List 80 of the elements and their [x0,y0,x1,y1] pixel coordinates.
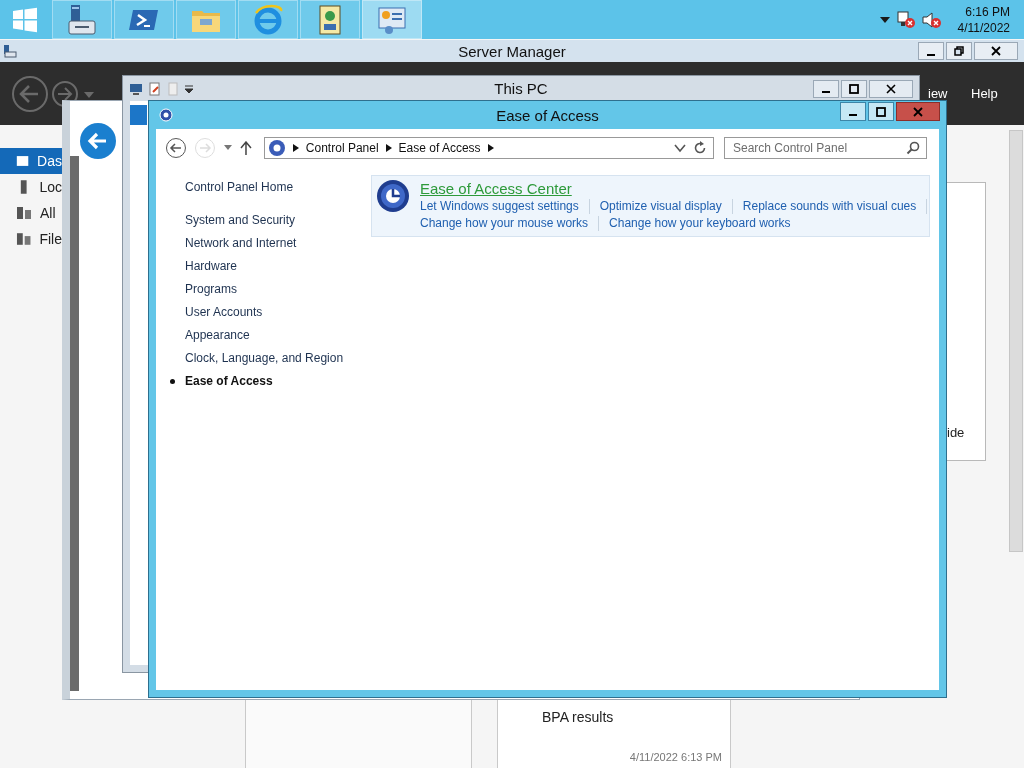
restore-button[interactable] [946,42,972,60]
maximize-icon [876,106,886,117]
scrollbar[interactable] [1009,130,1023,552]
maximize-icon [849,83,859,94]
minimize-button[interactable] [813,79,839,98]
nav-link[interactable]: User Accounts [185,304,371,320]
task-link[interactable]: Optimize visual display [599,198,722,215]
accessibility-icon [267,139,286,157]
back-icon[interactable] [80,123,116,159]
taskbar-app-button[interactable] [362,0,422,39]
menu-item[interactable]: Help [971,86,998,101]
up-arrow-icon[interactable] [239,141,252,155]
chevron-icon[interactable] [292,144,299,152]
computer-icon [129,82,143,95]
minimize-icon [822,91,830,93]
minimize-icon [927,53,935,56]
sidebar-item[interactable]: Loc [0,174,62,200]
taskbar-app-button[interactable] [114,0,174,39]
refresh-icon[interactable] [693,141,707,155]
minimize-icon [849,114,857,116]
window-title: Ease of Access [496,106,599,124]
accessibility-icon [376,179,410,213]
task-link[interactable]: Let Windows suggest settings [420,198,579,215]
windows-logo-icon [12,6,38,33]
forward-icon[interactable] [50,79,80,109]
task-link[interactable]: Change how your keyboard works [609,215,791,232]
menu-item[interactable]: iew [928,86,948,101]
accessibility-icon [159,108,173,122]
minimize-button[interactable] [840,102,866,121]
dropdown-icon[interactable] [674,143,686,153]
nav-link[interactable]: Control Panel Home [185,179,371,195]
window-title: Server Manager [458,42,566,60]
search-icon [906,141,920,155]
nav-link[interactable]: Clock, Language, and Region [185,350,371,366]
task-link[interactable]: Replace sounds with visual cues [742,198,917,215]
breadcrumb-item[interactable]: Control Panel [305,141,379,155]
bullet-icon [170,379,175,384]
caret-icon[interactable] [222,145,233,151]
maximize-button[interactable] [841,79,867,98]
breadcrumb-item[interactable]: Ease of Access [398,141,481,155]
search-field[interactable]: Search Control Panel [724,137,927,159]
maximize-button[interactable] [868,102,894,121]
taskbar-app-button[interactable] [300,0,360,39]
nav-link[interactable]: Programs [185,281,371,297]
chevron-icon[interactable] [487,144,494,152]
sidebar-icon [16,231,32,247]
close-icon [886,83,896,94]
server-toolbox-icon [65,2,99,37]
sidebar-item[interactable]: All [0,200,62,226]
network-error-icon[interactable] [895,10,916,29]
clock-time: 6:16 PM [965,3,1010,20]
sidebar-icon [16,205,32,221]
sidebar-item[interactable]: File [0,226,62,252]
properties-icon[interactable] [149,81,161,96]
tile-title: BPA results [542,709,614,725]
tile-text: ide [947,425,965,440]
address-bar[interactable]: Control Panel Ease of Access [263,137,714,159]
restore-icon [954,46,964,56]
taskbar-app-button[interactable] [52,0,112,39]
speaker-muted-icon[interactable] [921,10,942,29]
chevron-icon[interactable] [385,144,392,152]
nav-link[interactable]: Appearance [185,327,371,343]
minimize-button[interactable] [918,42,944,60]
nav-link[interactable]: System and Security [185,212,371,228]
server-icon [3,44,17,58]
nav-link[interactable]: Network and Internet [185,235,371,251]
back-icon[interactable] [165,137,187,159]
nav-link[interactable]: Ease of Access [185,373,371,389]
task-link[interactable]: Change how your mouse works [420,215,589,232]
close-icon [913,106,923,117]
close-icon [991,46,1001,56]
caret-icon[interactable] [185,84,193,93]
nav-link[interactable]: Hardware [185,258,371,274]
window-title: This PC [494,80,548,97]
clock-date: 4/11/2022 [957,19,1010,36]
sidebar-item[interactable]: Das [0,148,62,174]
sidebar-icon [16,153,30,169]
timestamp: 4/11/2022 6:13 PM [629,751,722,763]
close-button[interactable] [974,42,1018,60]
caret-icon[interactable] [879,16,890,23]
